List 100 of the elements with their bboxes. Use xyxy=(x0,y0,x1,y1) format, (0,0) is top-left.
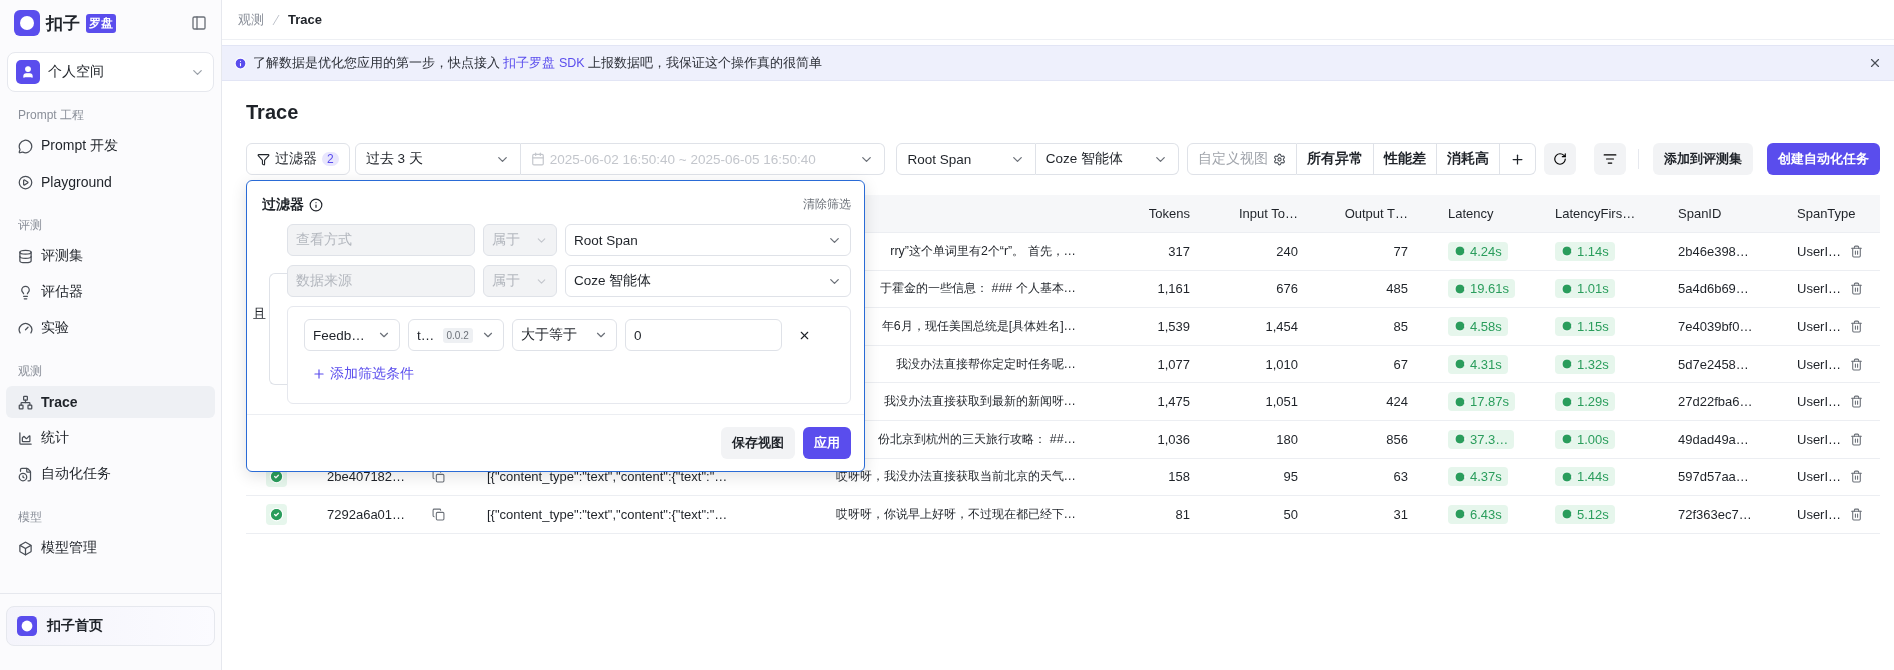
field-select[interactable]: Feedb… xyxy=(304,319,400,351)
table-cell-text: 85 xyxy=(1393,319,1409,334)
table-cell-text: 1,077 xyxy=(1157,356,1191,372)
sdk-link[interactable]: 扣子罗盘 SDK xyxy=(503,55,585,70)
workspace-select[interactable]: 个人空间 xyxy=(7,52,214,92)
view-tab[interactable]: 消耗高 xyxy=(1437,143,1501,175)
table-cell-text: [{"content_type":"text","content":{"text":"… xyxy=(486,469,728,485)
sidebar-item[interactable]: Prompt 开发 xyxy=(6,130,215,162)
delete-icon[interactable] xyxy=(1850,244,1863,258)
sidebar-toggle-icon[interactable] xyxy=(191,15,207,31)
table-cell-text: 年6月，现任美国总统是[具体姓名]… xyxy=(881,318,1077,335)
refresh-icon xyxy=(1553,152,1568,166)
table-cell-text: UserI… xyxy=(1796,506,1842,522)
table-cell-text: UserI… xyxy=(1796,469,1842,485)
column-settings-button[interactable] xyxy=(1594,143,1626,175)
table-cell-text: 5a4d6b69… xyxy=(1677,281,1749,297)
latency-badge: 1.14s xyxy=(1555,241,1615,261)
user-icon xyxy=(21,65,35,79)
chat-icon xyxy=(18,138,33,154)
table-cell-text: 72f363ec7… xyxy=(1677,506,1752,522)
operator-select[interactable]: 大于等于 xyxy=(512,319,617,351)
source-select[interactable]: Coze 智能体 xyxy=(1035,143,1179,175)
breadcrumb-item: Trace xyxy=(288,12,322,27)
table-cell-text: 1,475 xyxy=(1157,394,1191,410)
table-cell-text: 597d57aa… xyxy=(1677,469,1749,485)
banner-text: 了解数据是优化您应用的第一步，快点接入 扣子罗盘 SDK 上报数据吧，我保证这个操作真的很简单 xyxy=(253,54,824,72)
table-cell-text: 1,161 xyxy=(1157,281,1191,297)
add-to-dataset-button[interactable]: 添加到评测集 xyxy=(1653,143,1753,175)
copy-icon[interactable] xyxy=(432,507,445,521)
latency-badge: 1.29s xyxy=(1555,392,1615,412)
table-cell-text: UserI… xyxy=(1796,319,1842,334)
delete-icon[interactable] xyxy=(1850,282,1863,296)
plus-icon xyxy=(312,367,326,381)
copy-icon[interactable] xyxy=(432,470,445,484)
table-cell-text: 240 xyxy=(1276,243,1299,259)
delete-icon[interactable] xyxy=(1850,470,1863,484)
table-cell-text: rry”这个单词里有2个“r”。 首先，… xyxy=(890,242,1077,260)
sidebar-item[interactable]: 评估器 xyxy=(6,276,215,308)
view-tab[interactable]: 性能差 xyxy=(1374,143,1438,175)
table-cell-text: 31 xyxy=(1393,506,1409,522)
clear-filters-link[interactable]: 清除筛选 xyxy=(803,196,851,213)
table-cell-text: 2b46e398… xyxy=(1677,243,1749,259)
sidebar-item[interactable]: 自动化任务 xyxy=(6,458,215,490)
logo-text: 扣子 xyxy=(46,12,80,35)
sidebar-item[interactable]: Playground xyxy=(6,166,215,198)
plus-icon xyxy=(1510,151,1526,167)
latency-badge: 4.31s xyxy=(1448,354,1508,374)
table-cell-text: 1,539 xyxy=(1157,319,1191,334)
close-icon[interactable] xyxy=(1868,56,1882,70)
delete-icon[interactable] xyxy=(1850,395,1863,409)
time-range-select[interactable]: 过去 3 天 xyxy=(354,143,521,175)
table-cell-text: 于霍金的一些信息： ### 个人基本… xyxy=(880,280,1077,298)
separator-icon xyxy=(272,13,280,26)
table-cell-text: UserI… xyxy=(1796,243,1842,259)
sidebar-item[interactable]: 实验 xyxy=(6,312,215,344)
sidebar-item[interactable]: 模型管理 xyxy=(6,532,215,564)
table-cell-text: 27d22fba6… xyxy=(1677,394,1753,410)
latency-badge: 17.87s xyxy=(1448,392,1516,412)
section-title: 模型 xyxy=(17,509,43,526)
settings-icon xyxy=(1273,152,1287,166)
table-cell-text: 7292a6a01… xyxy=(326,506,406,522)
logo-badge: 罗盘 xyxy=(86,13,116,33)
value-input[interactable]: 0 xyxy=(625,319,782,351)
table-cell-text: 7e4039bf0… xyxy=(1677,319,1753,334)
column-header: Input To… xyxy=(1238,206,1299,221)
latency-badge: 4.24s xyxy=(1448,241,1508,261)
table-cell-text: 856 xyxy=(1386,431,1409,447)
delete-icon[interactable] xyxy=(1850,432,1863,446)
table-cell-text: 49dad49a… xyxy=(1677,431,1749,447)
table-cell-text: 我没办法直接帮你定定时任务呢… xyxy=(895,355,1077,373)
home-link[interactable]: 扣子首页 xyxy=(6,606,215,646)
calendar-icon xyxy=(530,152,545,166)
table-cell-text: UserI… xyxy=(1796,356,1842,372)
sidebar-item[interactable]: 评测集 xyxy=(6,240,215,272)
sidebar-item[interactable]: 统计 xyxy=(6,422,215,454)
database-icon xyxy=(18,248,33,264)
save-view-button[interactable]: 保存视图 xyxy=(721,427,795,459)
delete-icon[interactable] xyxy=(1850,357,1863,371)
filter-button[interactable]: 过滤器 2 xyxy=(246,143,350,175)
refresh-button[interactable] xyxy=(1544,143,1577,175)
table-cell-text: 67 xyxy=(1393,356,1409,372)
column-header: SpanID xyxy=(1677,206,1722,221)
view-tab[interactable]: 所有异常 xyxy=(1297,143,1375,175)
info-icon xyxy=(309,197,323,212)
sidebar-item[interactable]: Trace xyxy=(6,386,215,418)
filter-icon xyxy=(257,152,270,166)
latency-badge: 1.15s xyxy=(1555,317,1615,336)
add-condition-button[interactable]: 添加筛选条件 xyxy=(312,365,414,383)
delete-icon[interactable] xyxy=(1850,507,1863,521)
column-header: SpanType xyxy=(1796,206,1856,221)
apply-button[interactable]: 应用 xyxy=(803,427,851,459)
key-select[interactable]: t… 0.0.2 xyxy=(408,319,504,351)
info-icon xyxy=(234,56,247,70)
delete-icon[interactable] xyxy=(1850,320,1863,333)
latency-badge: 1.44s xyxy=(1555,467,1615,487)
latency-badge: 5.12s xyxy=(1555,504,1615,524)
popup-title: 过滤器 xyxy=(262,195,304,214)
span-select[interactable]: Root Span xyxy=(896,143,1036,175)
create-task-button[interactable]: 创建自动化任务 xyxy=(1767,143,1880,175)
table-cell-text: 317 xyxy=(1168,243,1191,259)
